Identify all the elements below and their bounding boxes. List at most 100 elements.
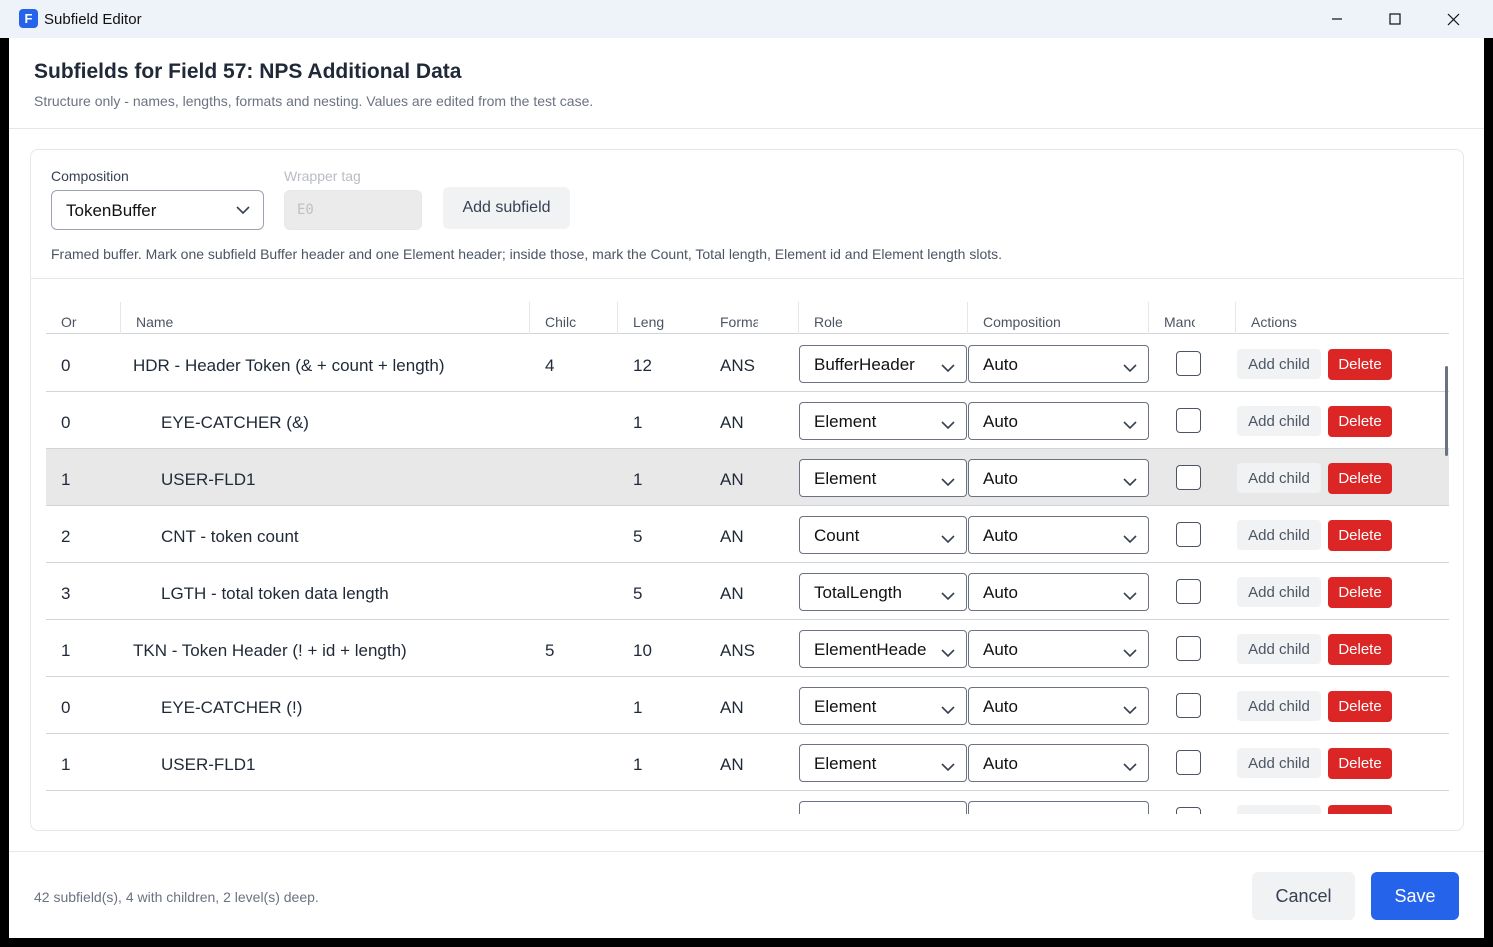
table-row[interactable]: 2 CNT - token count 5 AN Count Auto Add child D… (46, 506, 1449, 563)
mandatory-checkbox[interactable] (1176, 636, 1201, 661)
row-name: CNT - token count (161, 527, 299, 546)
column-resize-handle[interactable] (120, 302, 121, 334)
table-row[interactable]: 1 USER-FLD1 1 AN Element Auto Add child Delete (46, 449, 1449, 506)
row-name: EYE-CATCHER (&) (161, 413, 309, 432)
row-composition-select[interactable]: Auto (968, 687, 1149, 725)
role-value: Element (814, 697, 877, 716)
chevron-down-icon (941, 592, 955, 601)
save-button[interactable]: Save (1371, 872, 1459, 920)
role-select[interactable]: ElementHeader (799, 630, 967, 668)
role-select[interactable]: Element (799, 459, 967, 497)
role-select[interactable]: Element (799, 402, 967, 440)
row-composition-select[interactable]: Auto (968, 516, 1149, 554)
chevron-down-icon (941, 649, 955, 658)
row-name: USER-FLD1 (161, 755, 256, 774)
table-row[interactable]: 0 EYE-CATCHER (!) 1 AN Element Auto Add child D… (46, 677, 1449, 734)
column-header-length[interactable]: Leng (633, 314, 667, 330)
row-composition-select[interactable]: Auto (968, 630, 1149, 668)
column-header-role[interactable]: Role (814, 314, 914, 330)
delete-button[interactable]: Delete (1328, 691, 1392, 722)
delete-button[interactable]: Delete (1328, 349, 1392, 380)
delete-button[interactable]: Delete (1328, 748, 1392, 779)
chevron-down-icon (1123, 364, 1137, 373)
add-child-button[interactable]: Add child (1237, 349, 1321, 379)
add-child-button[interactable]: Add child (1237, 805, 1321, 814)
mandatory-checkbox[interactable] (1176, 351, 1201, 376)
row-length: 5 (633, 584, 643, 603)
column-resize-handle[interactable] (1235, 302, 1236, 334)
role-select[interactable]: Element (799, 687, 967, 725)
table-row[interactable]: 1 USER-FLD1 1 AN Element Auto Add child Delete (46, 734, 1449, 791)
title-bar: F Subfield Editor (0, 0, 1493, 38)
add-child-button[interactable]: Add child (1237, 691, 1321, 721)
mandatory-checkbox[interactable] (1176, 408, 1201, 433)
role-value: Element (814, 412, 877, 431)
role-select[interactable]: Count (799, 516, 967, 554)
table-row[interactable]: 2 TKN-ID 2 AN ElementId Auto Add child Delete (46, 791, 1449, 814)
vertical-scrollbar[interactable] (1445, 366, 1448, 456)
mandatory-checkbox[interactable] (1176, 693, 1201, 718)
mandatory-checkbox[interactable] (1176, 579, 1201, 604)
column-resize-handle[interactable] (617, 302, 618, 334)
composition-select[interactable]: TokenBuffer (51, 190, 264, 230)
row-composition-select[interactable]: Auto (968, 459, 1149, 497)
row-length: 1 (633, 755, 643, 774)
mandatory-checkbox[interactable] (1176, 465, 1201, 490)
column-header-mandatory[interactable]: Mano (1164, 314, 1195, 330)
row-composition-select[interactable]: Auto (968, 402, 1149, 440)
table-row[interactable]: 1 TKN - Token Header (! + id + length) 5 10… (46, 620, 1449, 677)
row-composition-value: Auto (983, 355, 1018, 374)
wrapper-tag-input[interactable]: E0 (284, 190, 422, 230)
row-composition-value: Auto (983, 754, 1018, 773)
editor-window: Subfields for Field 57: NPS Additional D… (9, 38, 1484, 938)
add-child-button[interactable]: Add child (1237, 406, 1321, 436)
role-value: Count (814, 526, 860, 545)
delete-button[interactable]: Delete (1328, 805, 1392, 814)
role-select[interactable]: Element (799, 744, 967, 782)
column-header-actions[interactable]: Actions (1251, 314, 1351, 330)
column-header-format[interactable]: Forma (720, 314, 758, 330)
row-format: AN (720, 470, 744, 489)
close-button[interactable] (1424, 0, 1482, 38)
table-row[interactable]: 0 EYE-CATCHER (&) 1 AN Element Auto Add child D… (46, 392, 1449, 449)
column-header-order[interactable]: Or (61, 314, 81, 330)
delete-button[interactable]: Delete (1328, 463, 1392, 494)
add-child-button[interactable]: Add child (1237, 463, 1321, 493)
row-composition-select[interactable]: Auto (968, 801, 1149, 814)
row-composition-select[interactable]: Auto (968, 744, 1149, 782)
role-select[interactable]: ElementId (799, 801, 967, 814)
column-resize-handle[interactable] (798, 302, 799, 334)
column-header-composition[interactable]: Composition (983, 314, 1103, 330)
role-select[interactable]: BufferHeader (799, 345, 967, 383)
table-row[interactable]: 0 HDR - Header Token (& + count + length)… (46, 335, 1449, 392)
add-child-button[interactable]: Add child (1237, 748, 1321, 778)
column-resize-handle[interactable] (1148, 302, 1149, 334)
column-resize-handle[interactable] (529, 302, 530, 334)
row-name: EYE-CATCHER (!) (161, 698, 303, 717)
minimize-button-area[interactable] (1308, 0, 1366, 38)
add-child-button[interactable]: Add child (1237, 634, 1321, 664)
role-select[interactable]: TotalLength (799, 573, 967, 611)
row-composition-value: Auto (983, 469, 1018, 488)
add-child-button[interactable]: Add child (1237, 577, 1321, 607)
row-format: AN (720, 413, 744, 432)
delete-button[interactable]: Delete (1328, 520, 1392, 551)
row-composition-select[interactable]: Auto (968, 573, 1149, 611)
column-resize-handle[interactable] (967, 302, 968, 334)
row-format: AN (720, 527, 744, 546)
delete-button[interactable]: Delete (1328, 634, 1392, 665)
delete-button[interactable]: Delete (1328, 577, 1392, 608)
cancel-button[interactable]: Cancel (1252, 872, 1355, 920)
mandatory-checkbox[interactable] (1176, 750, 1201, 775)
mandatory-checkbox[interactable] (1176, 807, 1201, 814)
add-subfield-button[interactable]: Add subfield (443, 187, 570, 229)
maximize-button-area[interactable] (1366, 0, 1424, 38)
delete-button[interactable]: Delete (1328, 406, 1392, 437)
row-name: HDR - Header Token (& + count + length) (133, 356, 445, 375)
mandatory-checkbox[interactable] (1176, 522, 1201, 547)
column-header-name[interactable]: Name (136, 314, 436, 330)
add-child-button[interactable]: Add child (1237, 520, 1321, 550)
table-row[interactable]: 3 LGTH - total token data length 5 AN TotalL… (46, 563, 1449, 620)
row-composition-select[interactable]: Auto (968, 345, 1149, 383)
column-header-children[interactable]: Chilc (545, 314, 578, 330)
